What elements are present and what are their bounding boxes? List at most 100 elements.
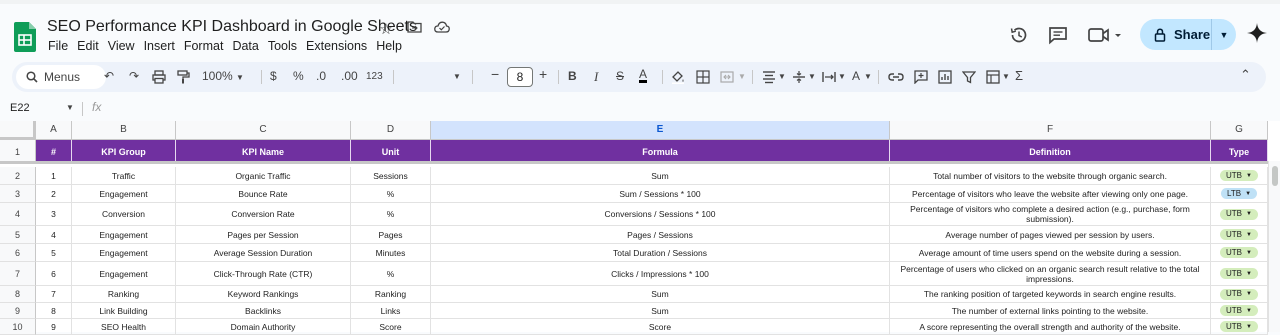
cell-kpi-name[interactable]: Conversion Rate	[176, 203, 351, 226]
insert-comment-icon[interactable]	[914, 70, 928, 84]
cell-kpi-group[interactable]: Ranking	[72, 286, 176, 303]
text-rotation-icon[interactable]: A	[852, 69, 860, 83]
cell-unit[interactable]: Sessions	[351, 167, 431, 185]
cell-type[interactable]: UTB ▼	[1211, 203, 1268, 226]
chip-dropdown-caret[interactable]: ▼	[1246, 322, 1252, 332]
row-header-8[interactable]: 8	[0, 286, 36, 303]
type-chip[interactable]: UTB ▼	[1220, 321, 1258, 332]
row-header-2[interactable]: 2	[0, 167, 36, 185]
type-chip[interactable]: UTB ▼	[1220, 247, 1258, 258]
type-chip[interactable]: UTB ▼	[1220, 288, 1258, 300]
zoom-select[interactable]: 100% ▼	[202, 69, 244, 83]
menus-search[interactable]: Menus	[16, 65, 106, 89]
share-options-caret[interactable]: ▼	[1212, 30, 1236, 40]
type-chip[interactable]: UTB ▼	[1220, 208, 1258, 220]
share-button[interactable]: Share ▼	[1140, 19, 1236, 50]
row-header-5[interactable]: 5	[0, 226, 36, 244]
number-format-button[interactable]: 123	[366, 71, 383, 82]
menu-view[interactable]: View	[108, 39, 135, 53]
horizontal-align-caret[interactable]: ▼	[778, 72, 786, 81]
cell-index[interactable]: 7	[36, 286, 72, 303]
merge-cells-icon[interactable]	[720, 70, 734, 84]
scrollbar-thumb[interactable]	[1272, 166, 1278, 186]
cell-unit[interactable]: Minutes	[351, 244, 431, 262]
row-header-9[interactable]: 9	[0, 303, 36, 319]
menu-tools[interactable]: Tools	[268, 39, 297, 53]
chip-dropdown-caret[interactable]: ▼	[1246, 269, 1252, 279]
cloud-status-icon[interactable]	[433, 20, 451, 38]
cell-index[interactable]: 3	[36, 203, 72, 226]
cell-kpi-name[interactable]: Organic Traffic	[176, 167, 351, 185]
cell-unit[interactable]: Ranking	[351, 286, 431, 303]
cell-unit[interactable]: Pages	[351, 226, 431, 244]
cell-formula[interactable]: Score	[431, 319, 890, 335]
type-chip[interactable]: UTB ▼	[1220, 268, 1258, 279]
chip-dropdown-caret[interactable]: ▼	[1246, 230, 1252, 240]
cell-unit[interactable]: Score	[351, 319, 431, 335]
cell-kpi-name[interactable]: Domain Authority	[176, 319, 351, 335]
increase-font-size-button[interactable]: +	[539, 66, 547, 82]
cell-type[interactable]: LTB ▼	[1211, 185, 1268, 203]
sheets-logo-icon[interactable]	[14, 22, 36, 52]
column-header-d[interactable]: D	[351, 121, 431, 140]
menu-edit[interactable]: Edit	[77, 39, 99, 53]
filter-views-icon[interactable]	[986, 70, 1000, 84]
collapse-toolbar-chevron-icon[interactable]: ⌃	[1240, 67, 1251, 83]
text-wrap-icon[interactable]	[822, 70, 836, 84]
type-chip[interactable]: LTB ▼	[1220, 188, 1258, 199]
chip-dropdown-caret[interactable]: ▼	[1246, 289, 1252, 299]
type-chip[interactable]: UTB ▼	[1220, 170, 1258, 181]
cell-formula[interactable]: Sum	[431, 286, 890, 303]
cell-kpi-group[interactable]: Engagement	[72, 262, 176, 286]
cell-type[interactable]: UTB ▼	[1211, 303, 1268, 319]
cell-index[interactable]: 4	[36, 226, 72, 244]
cell-kpi-name[interactable]: Bounce Rate	[176, 185, 351, 203]
cell-formula[interactable]: Clicks / Impressions * 100	[431, 262, 890, 286]
text-rotation-caret[interactable]: ▼	[864, 72, 872, 81]
vertical-scrollbar[interactable]	[1268, 161, 1280, 332]
chip-dropdown-caret[interactable]: ▼	[1246, 209, 1252, 219]
cell-unit[interactable]: %	[351, 203, 431, 226]
font-size-input[interactable]: 8	[507, 67, 533, 87]
insert-chart-icon[interactable]	[938, 70, 952, 84]
cell-kpi-group[interactable]: Traffic	[72, 167, 176, 185]
column-header-e[interactable]: E▼	[431, 121, 890, 140]
row-header-3[interactable]: 3	[0, 185, 36, 203]
history-icon[interactable]	[1009, 25, 1029, 45]
cell-index[interactable]: 2	[36, 185, 72, 203]
chip-dropdown-caret[interactable]: ▼	[1246, 248, 1252, 258]
document-title[interactable]: SEO Performance KPI Dashboard in Google …	[47, 18, 417, 36]
menu-help[interactable]: Help	[376, 39, 402, 53]
cell-kpi-name[interactable]: Click-Through Rate (CTR)	[176, 262, 351, 286]
cell-kpi-group[interactable]: SEO Health	[72, 319, 176, 335]
cell-kpi-group[interactable]: Conversion	[72, 203, 176, 226]
cell-definition[interactable]: Average amount of time users spend on th…	[890, 244, 1211, 262]
percent-format-button[interactable]: %	[293, 69, 304, 83]
menu-data[interactable]: Data	[232, 39, 258, 53]
filter-icon[interactable]	[962, 70, 976, 84]
chip-dropdown-caret[interactable]: ▼	[1246, 171, 1252, 181]
paint-format-icon[interactable]	[176, 70, 190, 84]
cell-type[interactable]: UTB ▼	[1211, 286, 1268, 303]
select-all-corner[interactable]	[0, 121, 36, 140]
menu-extensions[interactable]: Extensions	[306, 39, 367, 53]
cell-kpi-group[interactable]: Link Building	[72, 303, 176, 319]
column-header-b[interactable]: B	[72, 121, 176, 140]
gemini-icon[interactable]	[1247, 23, 1267, 43]
menu-file[interactable]: File	[48, 39, 68, 53]
strikethrough-button[interactable]: S	[616, 69, 624, 83]
cell-formula[interactable]: Conversions / Sessions * 100	[431, 203, 890, 226]
cell-definition[interactable]: The number of external links pointing to…	[890, 303, 1211, 319]
cell-kpi-name[interactable]: Average Session Duration	[176, 244, 351, 262]
cell-definition[interactable]: Percentage of users who clicked on an or…	[890, 262, 1211, 286]
cell-index[interactable]: 5	[36, 244, 72, 262]
currency-format-button[interactable]: $	[270, 69, 277, 83]
cell-formula[interactable]: Pages / Sessions	[431, 226, 890, 244]
cell-index[interactable]: 8	[36, 303, 72, 319]
redo-icon[interactable]: ↷	[129, 69, 139, 83]
type-chip[interactable]: UTB ▼	[1220, 305, 1258, 316]
vertical-align-icon[interactable]	[792, 70, 806, 84]
row-header-7[interactable]: 7	[0, 262, 36, 286]
cell-index[interactable]: 6	[36, 262, 72, 286]
italic-button[interactable]: I	[594, 69, 598, 85]
